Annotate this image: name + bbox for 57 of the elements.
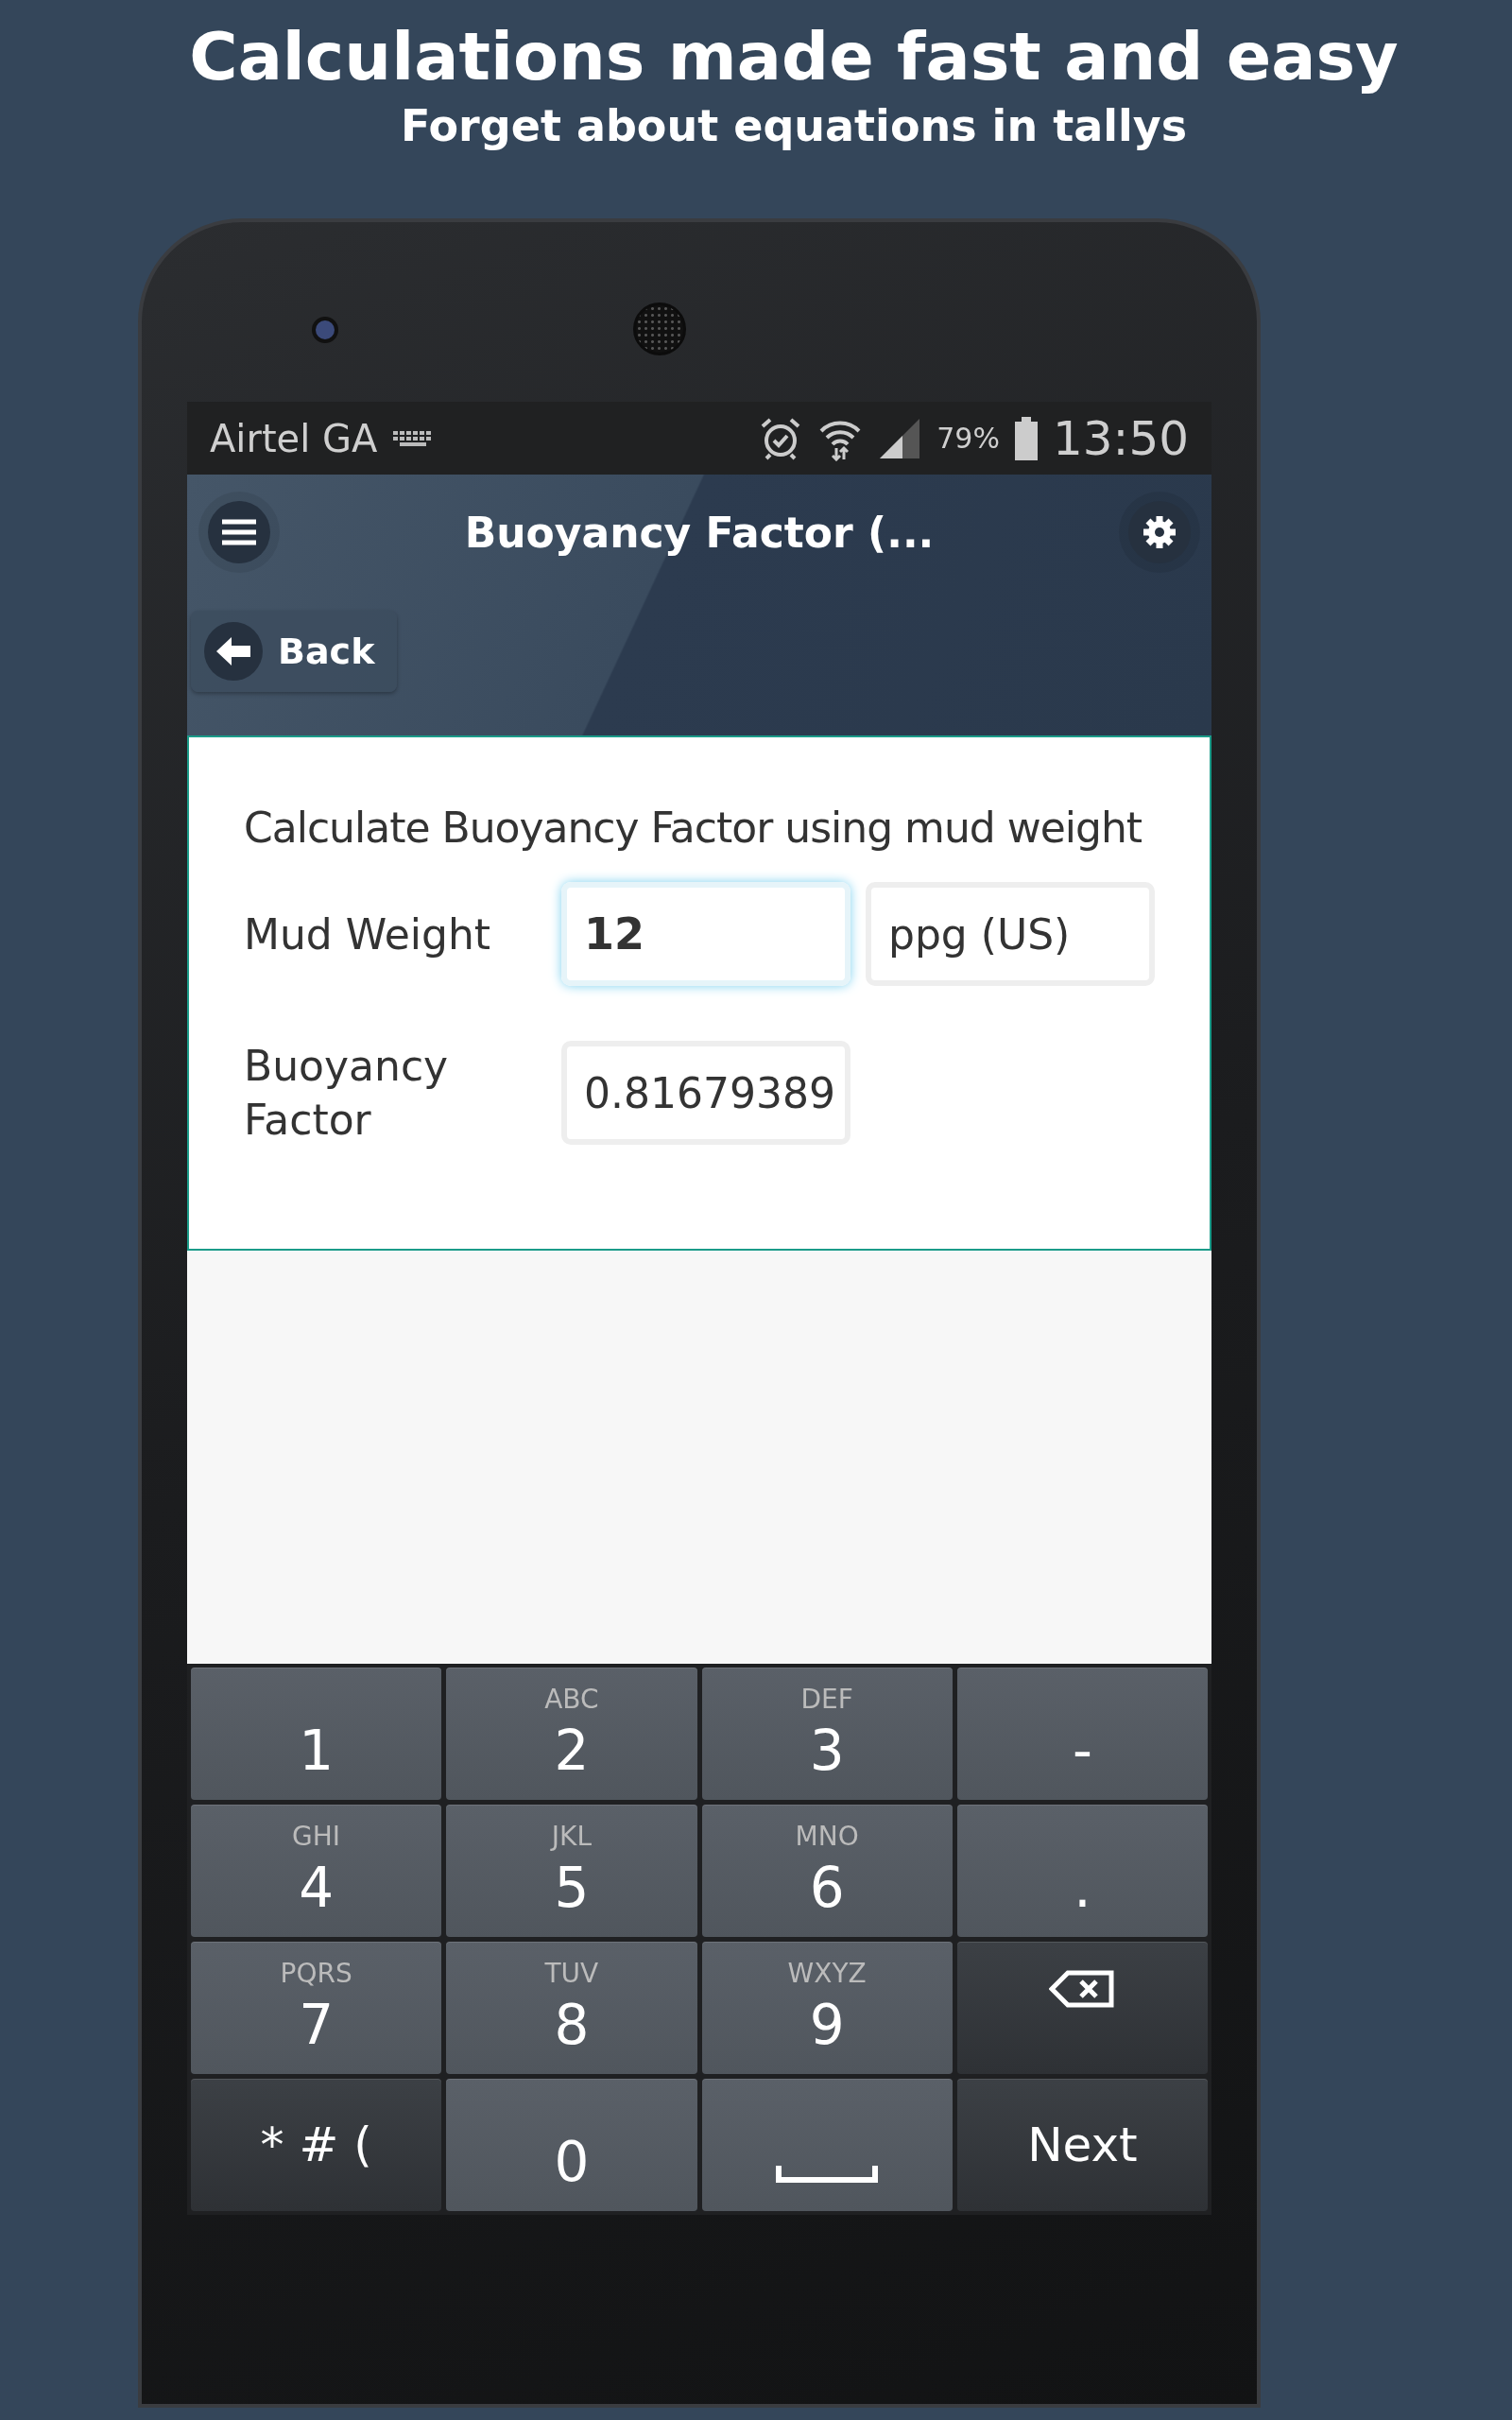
keyboard-key[interactable]: 1 (191, 1668, 442, 1801)
key-label: 1 (299, 1719, 335, 1784)
battery-percent: 79% (936, 422, 1000, 456)
key-letters: WXYZ (787, 1958, 867, 1990)
key-label: 7 (299, 1993, 335, 2058)
key-label: 0 (554, 2130, 590, 2195)
input-field[interactable]: 12 (561, 882, 850, 987)
key-letters: ABC (544, 1684, 599, 1716)
key-letters: TUV (544, 1958, 599, 1990)
keyboard-key[interactable]: DEF 3 (701, 1668, 953, 1801)
form-heading: Calculate Buoyancy Factor using mud weight (244, 804, 1143, 853)
back-button[interactable]: Back (191, 611, 398, 693)
carrier-name: Airtel GA (210, 416, 378, 460)
field-label: Mud Weight (244, 908, 492, 960)
menu-button[interactable] (208, 501, 270, 564)
keyboard-key[interactable]: . (956, 1805, 1208, 1938)
clock-time: 13:50 (1052, 410, 1189, 466)
field-label: Buoyancy Factor (244, 1041, 450, 1147)
key-letters: MNO (795, 1821, 859, 1853)
space-bar-icon (776, 2164, 879, 2184)
key-letters: GHI (292, 1821, 341, 1853)
promo-subheadline: Forget about equations in tallys (400, 100, 1188, 153)
keyboard-key[interactable]: Next (956, 2079, 1208, 2212)
keyboard-key[interactable]: JKL 5 (446, 1805, 697, 1938)
promo-headline: Calculations made fast and easy (189, 17, 1399, 96)
key-label: . (1074, 1856, 1091, 1921)
keyboard-key[interactable]: GHI 4 (191, 1805, 442, 1938)
key-label: 4 (299, 1856, 335, 1921)
key-label: 9 (809, 1993, 845, 2058)
key-label: 6 (809, 1856, 845, 1921)
key-label: - (1072, 1719, 1092, 1784)
unit-selector[interactable]: ppg (US) (866, 882, 1155, 987)
battery-icon (1014, 416, 1038, 460)
key-letters: JKL (551, 1821, 592, 1853)
screen-title: Buoyancy Factor (... (463, 508, 936, 557)
back-arrow-icon (215, 635, 252, 668)
space-key[interactable] (701, 2079, 953, 2212)
keyboard-key[interactable]: WXYZ 9 (701, 1942, 953, 2075)
key-label: 2 (554, 1719, 590, 1784)
camera-lens (312, 317, 338, 344)
keyboard-key[interactable]: * # ( (191, 2079, 442, 2212)
backspace-key[interactable] (956, 1942, 1208, 2075)
key-letters: DEF (800, 1684, 853, 1716)
keyboard-key[interactable]: 0 (446, 2079, 697, 2212)
keyboard-key[interactable]: ABC 2 (446, 1668, 697, 1801)
keyboard-key[interactable]: TUV 8 (446, 1942, 697, 2075)
key-label: 8 (554, 1993, 590, 2058)
menu-icon (222, 518, 256, 547)
key-label: 3 (809, 1719, 845, 1784)
key-letters: PQRS (280, 1958, 352, 1990)
keyboard-key[interactable]: - (956, 1668, 1208, 1801)
key-label: 5 (554, 1856, 590, 1921)
backspace-icon (1049, 1970, 1116, 2009)
settings-button[interactable] (1128, 501, 1191, 564)
keyboard-key[interactable]: PQRS 7 (191, 1942, 442, 2075)
keyboard-key[interactable]: MNO 6 (701, 1805, 953, 1938)
input-field[interactable]: 0.81679389 (561, 1041, 850, 1146)
